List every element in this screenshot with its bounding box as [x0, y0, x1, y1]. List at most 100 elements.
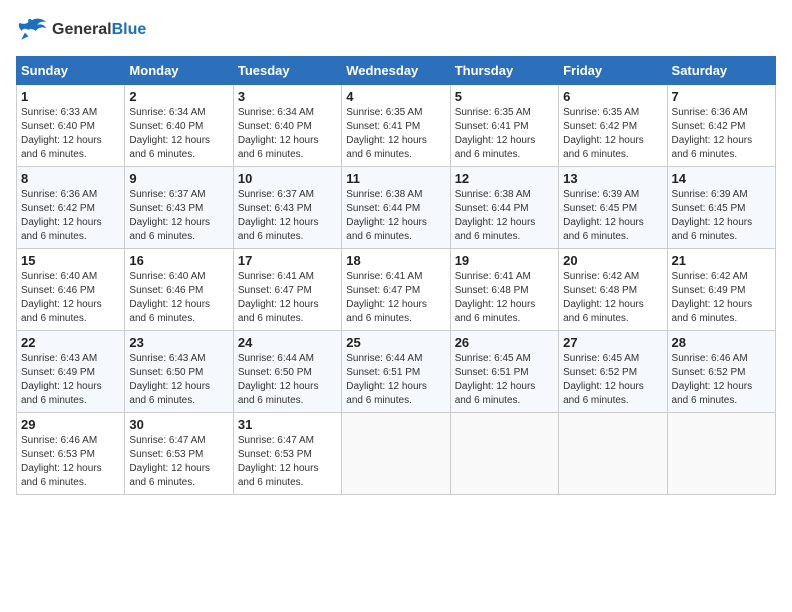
logo: GeneralBlue: [16, 16, 146, 44]
day-info: Sunrise: 6:34 AMSunset: 6:40 PMDaylight:…: [238, 106, 337, 162]
header-wednesday: Wednesday: [342, 57, 450, 85]
day-info: Sunrise: 6:42 AMSunset: 6:49 PMDaylight:…: [672, 270, 771, 326]
day-info: Sunrise: 6:37 AMSunset: 6:43 PMDaylight:…: [129, 188, 228, 244]
day-number: 3: [238, 89, 337, 104]
calendar-cell: 6 Sunrise: 6:35 AMSunset: 6:42 PMDayligh…: [559, 85, 667, 167]
day-number: 7: [672, 89, 771, 104]
day-info: Sunrise: 6:33 AMSunset: 6:40 PMDaylight:…: [21, 106, 120, 162]
calendar-cell: [342, 413, 450, 495]
calendar-cell: 12 Sunrise: 6:38 AMSunset: 6:44 PMDaylig…: [450, 167, 558, 249]
calendar-cell: 11 Sunrise: 6:38 AMSunset: 6:44 PMDaylig…: [342, 167, 450, 249]
header-tuesday: Tuesday: [233, 57, 341, 85]
calendar-cell: [667, 413, 775, 495]
calendar-cell: 14 Sunrise: 6:39 AMSunset: 6:45 PMDaylig…: [667, 167, 775, 249]
calendar-week-row: 1 Sunrise: 6:33 AMSunset: 6:40 PMDayligh…: [17, 85, 776, 167]
day-number: 27: [563, 335, 662, 350]
day-info: Sunrise: 6:45 AMSunset: 6:52 PMDaylight:…: [563, 352, 662, 408]
calendar-cell: 13 Sunrise: 6:39 AMSunset: 6:45 PMDaylig…: [559, 167, 667, 249]
day-info: Sunrise: 6:45 AMSunset: 6:51 PMDaylight:…: [455, 352, 554, 408]
day-info: Sunrise: 6:35 AMSunset: 6:41 PMDaylight:…: [346, 106, 445, 162]
calendar-cell: 23 Sunrise: 6:43 AMSunset: 6:50 PMDaylig…: [125, 331, 233, 413]
calendar-cell: [450, 413, 558, 495]
day-info: Sunrise: 6:38 AMSunset: 6:44 PMDaylight:…: [346, 188, 445, 244]
day-number: 5: [455, 89, 554, 104]
day-info: Sunrise: 6:39 AMSunset: 6:45 PMDaylight:…: [563, 188, 662, 244]
calendar-cell: 10 Sunrise: 6:37 AMSunset: 6:43 PMDaylig…: [233, 167, 341, 249]
day-number: 19: [455, 253, 554, 268]
day-info: Sunrise: 6:35 AMSunset: 6:41 PMDaylight:…: [455, 106, 554, 162]
day-info: Sunrise: 6:42 AMSunset: 6:48 PMDaylight:…: [563, 270, 662, 326]
day-number: 6: [563, 89, 662, 104]
calendar-cell: 5 Sunrise: 6:35 AMSunset: 6:41 PMDayligh…: [450, 85, 558, 167]
day-number: 24: [238, 335, 337, 350]
day-number: 16: [129, 253, 228, 268]
day-number: 10: [238, 171, 337, 186]
calendar-cell: 22 Sunrise: 6:43 AMSunset: 6:49 PMDaylig…: [17, 331, 125, 413]
calendar-table: Sunday Monday Tuesday Wednesday Thursday…: [16, 56, 776, 495]
calendar-cell: 16 Sunrise: 6:40 AMSunset: 6:46 PMDaylig…: [125, 249, 233, 331]
weekday-header-row: Sunday Monday Tuesday Wednesday Thursday…: [17, 57, 776, 85]
day-info: Sunrise: 6:47 AMSunset: 6:53 PMDaylight:…: [238, 434, 337, 490]
day-info: Sunrise: 6:40 AMSunset: 6:46 PMDaylight:…: [129, 270, 228, 326]
day-number: 30: [129, 417, 228, 432]
calendar-cell: 28 Sunrise: 6:46 AMSunset: 6:52 PMDaylig…: [667, 331, 775, 413]
day-number: 14: [672, 171, 771, 186]
calendar-cell: 31 Sunrise: 6:47 AMSunset: 6:53 PMDaylig…: [233, 413, 341, 495]
day-info: Sunrise: 6:47 AMSunset: 6:53 PMDaylight:…: [129, 434, 228, 490]
calendar-body: 1 Sunrise: 6:33 AMSunset: 6:40 PMDayligh…: [17, 85, 776, 495]
calendar-cell: 18 Sunrise: 6:41 AMSunset: 6:47 PMDaylig…: [342, 249, 450, 331]
day-number: 21: [672, 253, 771, 268]
day-number: 26: [455, 335, 554, 350]
day-info: Sunrise: 6:36 AMSunset: 6:42 PMDaylight:…: [672, 106, 771, 162]
logo-icon: [16, 16, 48, 44]
day-info: Sunrise: 6:40 AMSunset: 6:46 PMDaylight:…: [21, 270, 120, 326]
day-number: 2: [129, 89, 228, 104]
day-number: 22: [21, 335, 120, 350]
day-number: 11: [346, 171, 445, 186]
calendar-cell: 2 Sunrise: 6:34 AMSunset: 6:40 PMDayligh…: [125, 85, 233, 167]
calendar-cell: 30 Sunrise: 6:47 AMSunset: 6:53 PMDaylig…: [125, 413, 233, 495]
day-number: 31: [238, 417, 337, 432]
calendar-cell: 25 Sunrise: 6:44 AMSunset: 6:51 PMDaylig…: [342, 331, 450, 413]
calendar-cell: 15 Sunrise: 6:40 AMSunset: 6:46 PMDaylig…: [17, 249, 125, 331]
calendar-cell: 19 Sunrise: 6:41 AMSunset: 6:48 PMDaylig…: [450, 249, 558, 331]
calendar-cell: 20 Sunrise: 6:42 AMSunset: 6:48 PMDaylig…: [559, 249, 667, 331]
calendar-cell: 21 Sunrise: 6:42 AMSunset: 6:49 PMDaylig…: [667, 249, 775, 331]
calendar-cell: 8 Sunrise: 6:36 AMSunset: 6:42 PMDayligh…: [17, 167, 125, 249]
calendar-cell: 26 Sunrise: 6:45 AMSunset: 6:51 PMDaylig…: [450, 331, 558, 413]
day-info: Sunrise: 6:39 AMSunset: 6:45 PMDaylight:…: [672, 188, 771, 244]
day-info: Sunrise: 6:44 AMSunset: 6:51 PMDaylight:…: [346, 352, 445, 408]
calendar-week-row: 15 Sunrise: 6:40 AMSunset: 6:46 PMDaylig…: [17, 249, 776, 331]
header-sunday: Sunday: [17, 57, 125, 85]
day-number: 29: [21, 417, 120, 432]
header-monday: Monday: [125, 57, 233, 85]
day-number: 15: [21, 253, 120, 268]
day-number: 4: [346, 89, 445, 104]
page-header: GeneralBlue: [16, 16, 776, 44]
calendar-cell: 17 Sunrise: 6:41 AMSunset: 6:47 PMDaylig…: [233, 249, 341, 331]
day-number: 17: [238, 253, 337, 268]
day-number: 28: [672, 335, 771, 350]
day-info: Sunrise: 6:34 AMSunset: 6:40 PMDaylight:…: [129, 106, 228, 162]
day-info: Sunrise: 6:35 AMSunset: 6:42 PMDaylight:…: [563, 106, 662, 162]
calendar-cell: 4 Sunrise: 6:35 AMSunset: 6:41 PMDayligh…: [342, 85, 450, 167]
header-friday: Friday: [559, 57, 667, 85]
day-number: 8: [21, 171, 120, 186]
day-number: 23: [129, 335, 228, 350]
day-info: Sunrise: 6:43 AMSunset: 6:50 PMDaylight:…: [129, 352, 228, 408]
calendar-week-row: 29 Sunrise: 6:46 AMSunset: 6:53 PMDaylig…: [17, 413, 776, 495]
day-info: Sunrise: 6:41 AMSunset: 6:48 PMDaylight:…: [455, 270, 554, 326]
day-number: 20: [563, 253, 662, 268]
day-info: Sunrise: 6:41 AMSunset: 6:47 PMDaylight:…: [346, 270, 445, 326]
calendar-cell: [559, 413, 667, 495]
calendar-cell: 29 Sunrise: 6:46 AMSunset: 6:53 PMDaylig…: [17, 413, 125, 495]
day-number: 25: [346, 335, 445, 350]
calendar-week-row: 22 Sunrise: 6:43 AMSunset: 6:49 PMDaylig…: [17, 331, 776, 413]
day-info: Sunrise: 6:37 AMSunset: 6:43 PMDaylight:…: [238, 188, 337, 244]
calendar-cell: 3 Sunrise: 6:34 AMSunset: 6:40 PMDayligh…: [233, 85, 341, 167]
calendar-week-row: 8 Sunrise: 6:36 AMSunset: 6:42 PMDayligh…: [17, 167, 776, 249]
day-info: Sunrise: 6:36 AMSunset: 6:42 PMDaylight:…: [21, 188, 120, 244]
calendar-cell: 7 Sunrise: 6:36 AMSunset: 6:42 PMDayligh…: [667, 85, 775, 167]
day-number: 18: [346, 253, 445, 268]
day-number: 1: [21, 89, 120, 104]
